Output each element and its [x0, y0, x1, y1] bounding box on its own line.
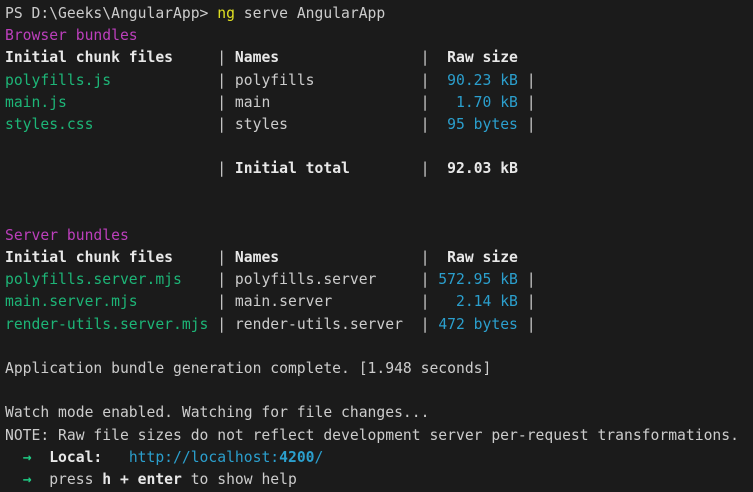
indent: [5, 471, 23, 488]
blank-line: [5, 336, 753, 358]
section-heading-text: Server bundles: [5, 227, 129, 244]
bundle-name-cell: | main.server |: [138, 293, 439, 310]
terminal: PS D:\Geeks\AngularApp> ng serve Angular…: [0, 0, 753, 492]
section-heading-text: Browser bundles: [5, 27, 138, 44]
pipe-separator: |: [173, 49, 235, 66]
pipe-separator: |: [279, 49, 447, 66]
command-args: serve AngularApp: [235, 5, 385, 22]
server-table-header: Initial chunk files | Names | Raw size: [5, 247, 753, 269]
watch-mode-text: Watch mode enabled. Watching for file ch…: [5, 404, 429, 421]
indent: [5, 449, 23, 466]
arrow-icon: →: [23, 449, 32, 466]
bundle-name-cell: | styles |: [93, 116, 438, 133]
raw-size-value: 95 bytes: [438, 116, 518, 133]
file-name: styles.css: [5, 116, 93, 133]
trailing-pipe: |: [518, 94, 536, 111]
help-text: to show help: [182, 471, 297, 488]
ng-command: ng: [217, 5, 235, 22]
trailing-pipe: |: [518, 316, 536, 333]
file-name: render-utils.server.mjs: [5, 316, 208, 333]
table-row: styles.css | styles | 95 bytes |: [5, 114, 753, 136]
pipe-separator: |: [279, 249, 447, 266]
local-label: Local:: [49, 449, 102, 466]
initial-total-label: Initial total: [235, 160, 350, 177]
gap: [102, 449, 129, 466]
arrow-icon: →: [23, 471, 32, 488]
trailing-pipe: |: [518, 271, 536, 288]
table-row: main.js | main | 1.70 kB |: [5, 92, 753, 114]
col-header-raw-size: Raw size: [447, 49, 518, 66]
note-line: NOTE: Raw file sizes do not reflect deve…: [5, 425, 753, 447]
status-text: Application bundle generation complete. …: [5, 360, 491, 377]
initial-total-row: | Initial total | 92.03 kB: [5, 158, 753, 180]
col-header-initial-chunk-files: Initial chunk files: [5, 49, 173, 66]
help-text: press: [32, 471, 103, 488]
port-number[interactable]: 4200: [279, 449, 314, 466]
raw-size-value: 572.95 kB: [438, 271, 518, 288]
pipe-separator: |: [5, 160, 235, 177]
server-bundles-heading: Server bundles: [5, 225, 753, 247]
trailing-pipe: |: [518, 72, 536, 89]
blank-line: [5, 203, 753, 225]
file-name: main.server.mjs: [5, 293, 138, 310]
table-row: main.server.mjs | main.server | 2.14 kB …: [5, 291, 753, 313]
initial-total-size: 92.03 kB: [438, 160, 518, 177]
bundle-name-cell: | render-utils.server |: [208, 316, 438, 333]
raw-size-value: 90.23 kB: [438, 72, 518, 89]
pipe-separator: |: [350, 160, 438, 177]
table-row: render-utils.server.mjs | render-utils.s…: [5, 314, 753, 336]
help-line: → press h + enter to show help: [5, 469, 753, 491]
prompt-line: PS D:\Geeks\AngularApp> ng serve Angular…: [5, 3, 753, 25]
raw-size-value: 472 bytes: [438, 316, 518, 333]
raw-size-value: 2.14 kB: [438, 293, 518, 310]
trailing-pipe: |: [518, 293, 536, 310]
blank-line: [5, 136, 753, 158]
blank-line: [5, 181, 753, 203]
col-header-names: Names: [235, 249, 279, 266]
watch-mode-line: Watch mode enabled. Watching for file ch…: [5, 402, 753, 424]
col-header-names: Names: [235, 49, 279, 66]
table-row: polyfills.js | polyfills | 90.23 kB |: [5, 70, 753, 92]
table-row: polyfills.server.mjs | polyfills.server …: [5, 269, 753, 291]
bundle-name-cell: | polyfills |: [111, 72, 438, 89]
note-text: NOTE: Raw file sizes do not reflect deve…: [5, 427, 739, 444]
shell-prompt: PS D:\Geeks\AngularApp>: [5, 5, 217, 22]
gap: [32, 449, 50, 466]
browser-bundles-heading: Browser bundles: [5, 25, 753, 47]
file-name: main.js: [5, 94, 67, 111]
status-line: Application bundle generation complete. …: [5, 358, 753, 380]
bundle-name-cell: | polyfills.server |: [182, 271, 438, 288]
col-header-raw-size: Raw size: [447, 249, 518, 266]
browser-table-header: Initial chunk files | Names | Raw size: [5, 47, 753, 69]
file-name: polyfills.js: [5, 72, 111, 89]
trailing-pipe: |: [518, 116, 536, 133]
raw-size-value: 1.70 kB: [438, 94, 518, 111]
col-header-initial-chunk-files: Initial chunk files: [5, 249, 173, 266]
bundle-name-cell: | main |: [67, 94, 438, 111]
file-name: polyfills.server.mjs: [5, 271, 182, 288]
help-keys: h + enter: [102, 471, 182, 488]
pipe-separator: |: [173, 249, 235, 266]
url-slash[interactable]: /: [315, 449, 324, 466]
blank-line: [5, 380, 753, 402]
local-url-line: → Local: http://localhost:4200/: [5, 447, 753, 469]
local-url[interactable]: http://localhost:: [129, 449, 279, 466]
